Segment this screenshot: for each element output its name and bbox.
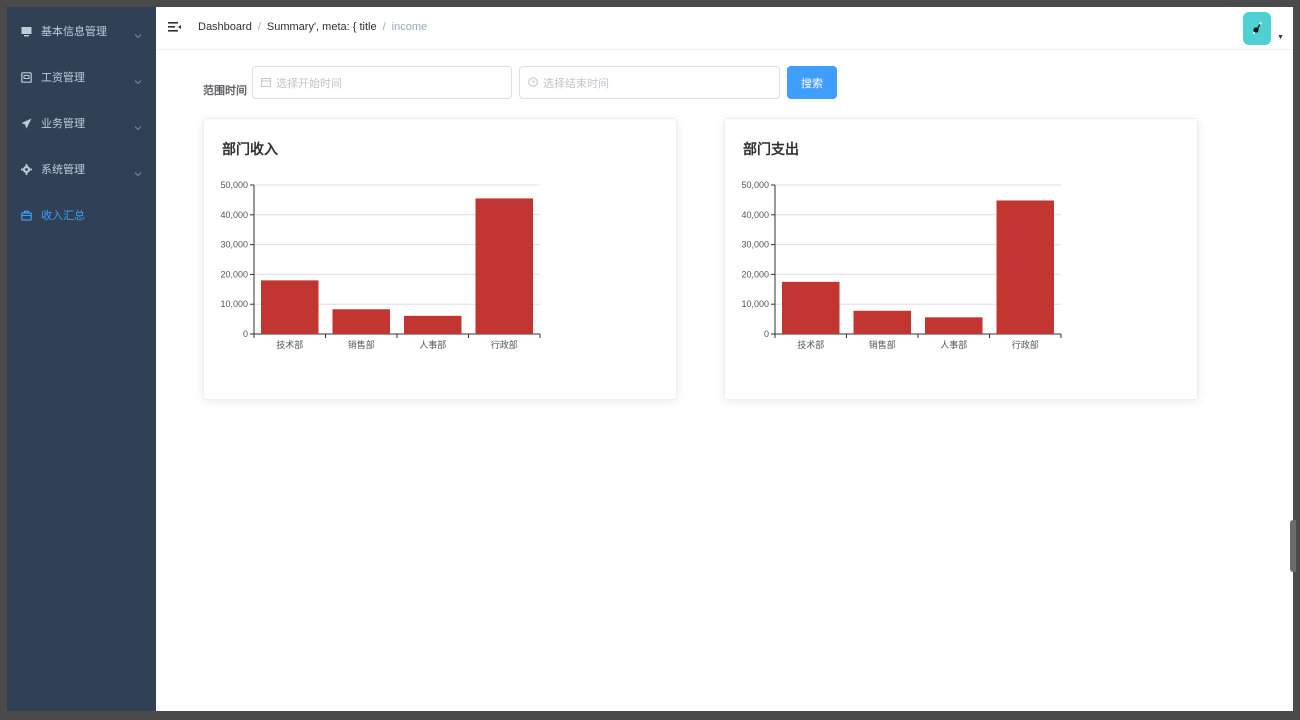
bar [853, 310, 911, 334]
breadcrumb-item-summary[interactable]: Summary', meta: { title [267, 21, 377, 33]
breadcrumb-current: income [391, 21, 428, 33]
gear-icon [20, 163, 32, 175]
calendar-icon [261, 74, 271, 92]
bar [782, 281, 840, 334]
chevron-down-icon [134, 165, 142, 177]
expense-chart-card: 部门支出 0 10,000 20,000 30,000 40,000 50,000 技术部销… [724, 118, 1198, 400]
x-tick-label: 人事部 [940, 339, 967, 350]
x-tick-label: 行政部 [1012, 339, 1039, 350]
start-date-placeholder: 选择开始时间 [276, 77, 342, 90]
y-tick-label: 0 [243, 329, 248, 339]
chevron-down-icon [134, 119, 142, 131]
chevron-down-icon [134, 73, 142, 85]
y-tick-label: 10,000 [220, 299, 248, 309]
sidebar-item-basic-info[interactable]: 基本信息管理 [7, 8, 156, 54]
y-tick-label: 50,000 [220, 180, 248, 190]
clock-icon [528, 74, 538, 92]
income-bar-chart: 0 10,000 20,000 30,000 40,000 50,000 技术部 销售部 人事部… [220, 180, 541, 350]
x-tick-label: 行政部 [491, 339, 518, 350]
x-tick-label: 销售部 [348, 339, 375, 350]
briefcase-icon [20, 209, 32, 221]
y-tick-label: 40,000 [220, 210, 248, 220]
bar [404, 315, 462, 334]
x-tick-label: 技术部 [276, 339, 303, 350]
send-icon [20, 117, 32, 129]
bar [925, 317, 983, 334]
sidebar-item-income-summary[interactable]: 收入汇总 [7, 192, 156, 238]
search-button[interactable]: 搜索 [787, 66, 837, 99]
y-tick-label: 20,000 [741, 269, 769, 279]
income-chart-card: 部门收入 0 10,000 20,000 30,000 40,000 50,000 技术部销… [203, 118, 677, 400]
wallet-icon [20, 71, 32, 83]
y-tick-label: 10,000 [741, 299, 769, 309]
date-range-label: 范围时间 [203, 85, 247, 97]
sidebar: 基本信息管理 工资管理 业务管理 系统管理 收入汇总 [7, 7, 156, 711]
end-date-input[interactable]: 选择结束时间 [519, 66, 780, 99]
y-tick-label: 40,000 [741, 210, 769, 220]
sidebar-item-label: 收入汇总 [41, 210, 85, 222]
y-tick-label: 30,000 [741, 240, 769, 250]
sidebar-item-label: 工资管理 [41, 72, 85, 84]
y-tick-label: 50,000 [741, 180, 769, 190]
navbar: Dashboard / Summary', meta: { title / in… [156, 7, 1293, 50]
x-tick-label: 销售部 [869, 339, 896, 350]
sidebar-item-label: 系统管理 [41, 164, 85, 176]
sidebar-item-system[interactable]: 系统管理 [7, 146, 156, 192]
chevron-down-icon [134, 27, 142, 39]
expense-bar-chart: 0 10,000 20,000 30,000 40,000 50,000 技术部 销售部 人事部… [741, 180, 1062, 350]
avatar[interactable] [1243, 12, 1271, 45]
x-tick-label: 技术部 [797, 339, 824, 350]
bar [332, 309, 390, 334]
app-window: 基本信息管理 工资管理 业务管理 系统管理 收入汇总 Dashboard / S… [7, 7, 1293, 711]
avatar-figure-icon [1253, 21, 1262, 34]
breadcrumb-separator: / [382, 21, 386, 33]
bar [475, 198, 533, 334]
side-drawer-handle[interactable] [1290, 520, 1296, 572]
breadcrumb-separator: / [257, 21, 261, 33]
end-date-placeholder: 选择结束时间 [543, 77, 609, 90]
y-tick-label: 30,000 [220, 240, 248, 250]
y-tick-label: 0 [764, 329, 769, 339]
breadcrumb: Dashboard / Summary', meta: { title / in… [198, 21, 427, 33]
bar [996, 200, 1054, 334]
x-tick-label: 人事部 [419, 339, 446, 350]
sidebar-item-business[interactable]: 业务管理 [7, 100, 156, 146]
hamburger-icon[interactable] [168, 21, 182, 35]
y-tick-label: 20,000 [220, 269, 248, 279]
sidebar-item-label: 业务管理 [41, 118, 85, 130]
bar [261, 280, 319, 334]
monitor-icon [20, 25, 32, 37]
start-date-input[interactable]: 选择开始时间 [252, 66, 512, 99]
sidebar-item-salary[interactable]: 工资管理 [7, 54, 156, 100]
sidebar-item-label: 基本信息管理 [41, 26, 107, 38]
caret-down-icon[interactable]: ▼ [1277, 34, 1284, 41]
breadcrumb-item-dashboard[interactable]: Dashboard [198, 21, 252, 33]
